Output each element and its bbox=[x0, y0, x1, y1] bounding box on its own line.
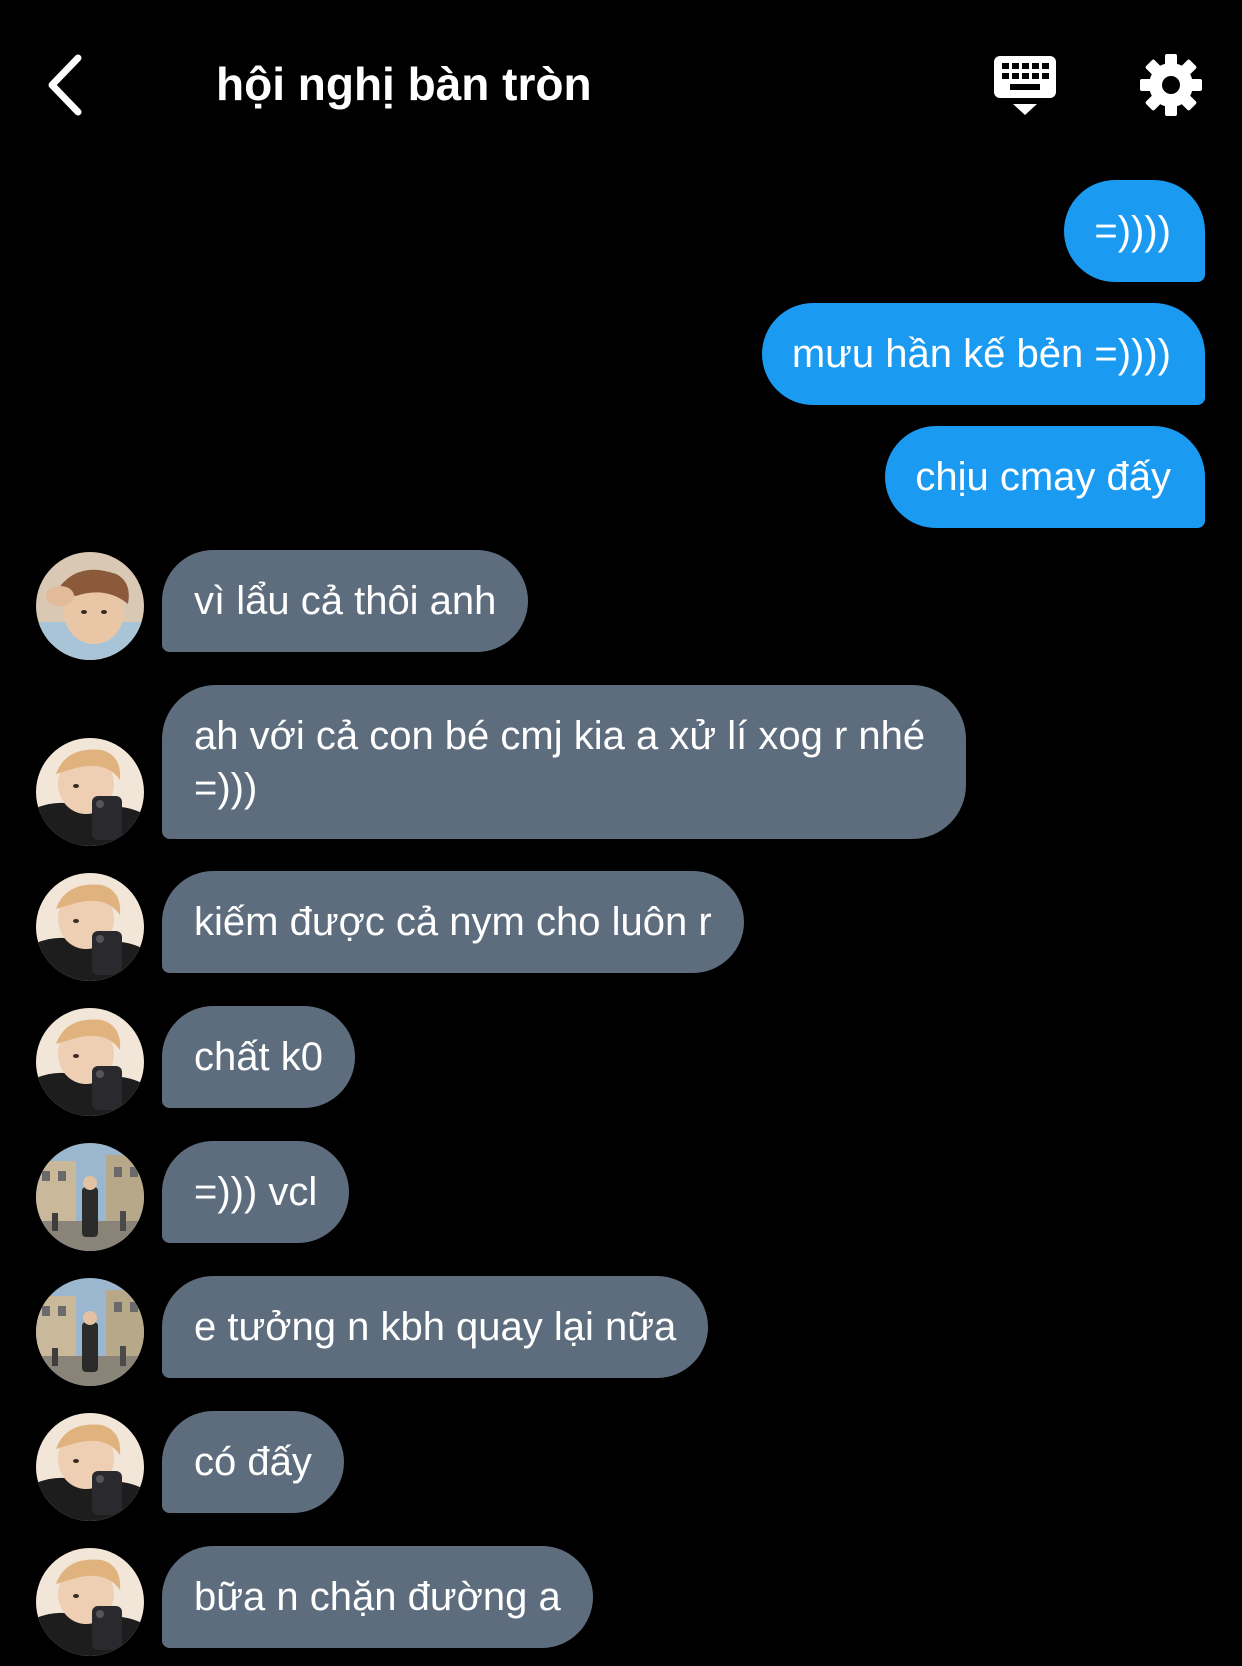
avatar[interactable] bbox=[36, 1008, 144, 1116]
avatar[interactable] bbox=[36, 1143, 144, 1251]
avatar[interactable] bbox=[36, 873, 144, 981]
chevron-left-icon bbox=[48, 54, 82, 116]
back-button[interactable] bbox=[40, 50, 90, 120]
avatar[interactable] bbox=[36, 552, 144, 660]
avatar[interactable] bbox=[36, 1413, 144, 1521]
message-bubble-incoming[interactable]: chất k0 bbox=[162, 1006, 355, 1108]
chat-header: hội nghị bàn tròn bbox=[0, 0, 1242, 170]
message-bubble-incoming[interactable]: bữa n chặn đường a bbox=[162, 1546, 593, 1648]
gear-icon bbox=[1140, 54, 1202, 116]
message-bubble-incoming[interactable]: có đấy bbox=[162, 1411, 344, 1513]
settings-button[interactable] bbox=[1138, 52, 1204, 118]
avatar[interactable] bbox=[36, 1278, 144, 1386]
message-bubble-outgoing[interactable]: =)))) bbox=[1064, 180, 1205, 282]
message-bubble-outgoing[interactable]: chịu cmay đấy bbox=[885, 426, 1205, 528]
message-bubble-incoming[interactable]: =))) vcl bbox=[162, 1141, 350, 1243]
message-bubble-incoming[interactable]: ah với cả con bé cmj kia a xử lí xog r n… bbox=[162, 685, 966, 839]
keyboard-icon bbox=[994, 56, 1056, 115]
avatar[interactable] bbox=[36, 1548, 144, 1656]
keyboard-button[interactable] bbox=[990, 52, 1060, 122]
message-bubble-incoming[interactable]: kiếm được cả nym cho luôn r bbox=[162, 871, 744, 973]
message-bubble-incoming[interactable]: e tưởng n kbh quay lại nữa bbox=[162, 1276, 709, 1378]
avatar[interactable] bbox=[36, 738, 144, 846]
conversation-title: hội nghị bàn tròn bbox=[216, 58, 592, 110]
message-bubble-outgoing[interactable]: mưu hần kế bẻn =)))) bbox=[761, 303, 1205, 405]
message-bubble-incoming[interactable]: vì lẩu cả thôi anh bbox=[162, 550, 529, 652]
